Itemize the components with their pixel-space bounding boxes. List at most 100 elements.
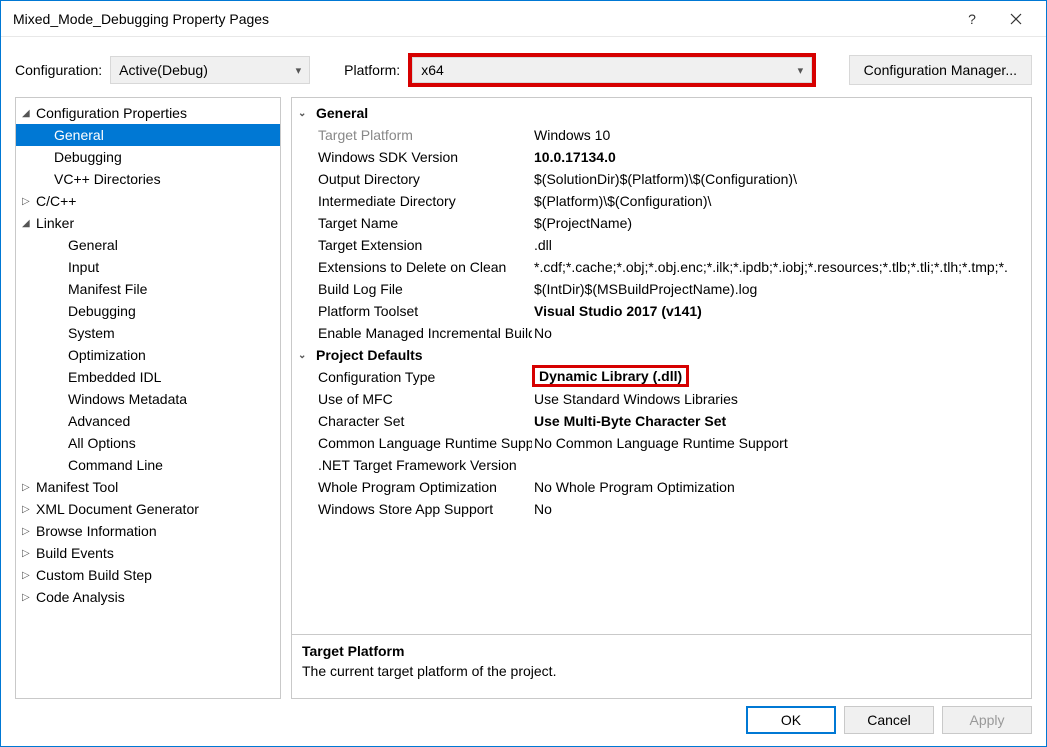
tree-item[interactable]: ▷Code Analysis xyxy=(16,586,280,608)
property-name: Common Language Runtime Support xyxy=(292,435,532,451)
property-value: $(SolutionDir)$(Platform)\$(Configuratio… xyxy=(532,171,797,187)
platform-highlight: x64 ▾ xyxy=(408,53,816,87)
expander-icon: ▷ xyxy=(22,570,36,581)
property-value: No xyxy=(532,501,552,517)
property-row[interactable]: Windows Store App SupportNo xyxy=(292,498,1031,520)
tree-item[interactable]: ▷Browse Information xyxy=(16,520,280,542)
property-row[interactable]: Common Language Runtime SupportNo Common… xyxy=(292,432,1031,454)
property-row[interactable]: Extensions to Delete on Clean*.cdf;*.cac… xyxy=(292,256,1031,278)
tree-item[interactable]: Windows Metadata xyxy=(16,388,280,410)
expander-icon: ▷ xyxy=(22,482,36,493)
tree-item[interactable]: Embedded IDL xyxy=(16,366,280,388)
tree-item-label: Debugging xyxy=(54,149,122,165)
tree-root[interactable]: ◢ Configuration Properties xyxy=(16,102,280,124)
tree-item[interactable]: System xyxy=(16,322,280,344)
tree-item[interactable]: Advanced xyxy=(16,410,280,432)
property-row[interactable]: Windows SDK Version10.0.17134.0 xyxy=(292,146,1031,168)
property-value: $(Platform)\$(Configuration)\ xyxy=(532,193,711,209)
tree-item[interactable]: Command Line xyxy=(16,454,280,476)
property-row[interactable]: Enable Managed Incremental BuildNo xyxy=(292,322,1031,344)
tree-item[interactable]: Optimization xyxy=(16,344,280,366)
platform-value: x64 xyxy=(421,62,444,78)
tree-item-label: All Options xyxy=(68,435,136,451)
chevron-down-icon: ▾ xyxy=(798,64,804,77)
tree-item[interactable]: ▷XML Document Generator xyxy=(16,498,280,520)
property-row[interactable]: Platform ToolsetVisual Studio 2017 (v141… xyxy=(292,300,1031,322)
expander-icon: ▷ xyxy=(22,526,36,537)
group-title: Project Defaults xyxy=(316,347,423,363)
collapse-icon: ◢ xyxy=(22,108,36,119)
property-row[interactable]: .NET Target Framework Version xyxy=(292,454,1031,476)
property-row[interactable]: Use of MFCUse Standard Windows Libraries xyxy=(292,388,1031,410)
tree-item-label: Manifest Tool xyxy=(36,479,118,495)
tree-item[interactable]: ▷Build Events xyxy=(16,542,280,564)
category-tree[interactable]: ◢ Configuration Properties General Debugg… xyxy=(15,97,281,699)
property-row[interactable]: Configuration TypeDynamic Library (.dll) xyxy=(292,366,1031,388)
tree-item-label: Advanced xyxy=(68,413,130,429)
group-header[interactable]: ⌄Project Defaults xyxy=(292,344,1031,366)
property-value: 10.0.17134.0 xyxy=(532,149,616,165)
property-row[interactable]: Character SetUse Multi-Byte Character Se… xyxy=(292,410,1031,432)
configuration-value: Active(Debug) xyxy=(119,62,208,78)
tree-item[interactable]: ◢Linker xyxy=(16,212,280,234)
property-row[interactable]: Target Name$(ProjectName) xyxy=(292,212,1031,234)
property-name: Build Log File xyxy=(292,281,532,297)
property-name: Enable Managed Incremental Build xyxy=(292,325,532,341)
configuration-label: Configuration: xyxy=(15,62,102,78)
configuration-manager-button[interactable]: Configuration Manager... xyxy=(849,55,1032,85)
property-name: Windows Store App Support xyxy=(292,501,532,517)
property-name: Target Extension xyxy=(292,237,532,253)
property-row[interactable]: Build Log File$(IntDir)$(MSBuildProjectN… xyxy=(292,278,1031,300)
property-value: Use Multi-Byte Character Set xyxy=(532,413,726,429)
property-value: Windows 10 xyxy=(532,127,610,143)
cancel-button[interactable]: Cancel xyxy=(844,706,934,734)
tree-item[interactable]: ▷Manifest Tool xyxy=(16,476,280,498)
tree-item[interactable]: VC++ Directories xyxy=(16,168,280,190)
configuration-dropdown[interactable]: Active(Debug) ▾ xyxy=(110,56,310,84)
apply-button[interactable]: Apply xyxy=(942,706,1032,734)
group-header[interactable]: ⌄General xyxy=(292,102,1031,124)
tree-item[interactable]: Input xyxy=(16,256,280,278)
tree-item-label: Debugging xyxy=(68,303,136,319)
tree-item[interactable]: General xyxy=(16,234,280,256)
property-row[interactable]: Output Directory$(SolutionDir)$(Platform… xyxy=(292,168,1031,190)
platform-dropdown[interactable]: x64 ▾ xyxy=(412,57,812,83)
dialog-footer: OK Cancel Apply xyxy=(746,706,1032,734)
property-value: Dynamic Library (.dll) xyxy=(532,365,689,387)
property-row[interactable]: Target Extension.dll xyxy=(292,234,1031,256)
tree-item[interactable]: Manifest File xyxy=(16,278,280,300)
tree-item[interactable]: General xyxy=(16,124,280,146)
ok-button[interactable]: OK xyxy=(746,706,836,734)
tree-item-label: XML Document Generator xyxy=(36,501,199,517)
property-name: Whole Program Optimization xyxy=(292,479,532,495)
property-row[interactable]: Intermediate Directory$(Platform)\$(Conf… xyxy=(292,190,1031,212)
property-panel: ⌄GeneralTarget PlatformWindows 10Windows… xyxy=(291,97,1032,699)
tree-item-label: Input xyxy=(68,259,99,275)
tree-item-label: Command Line xyxy=(68,457,163,473)
property-value: No xyxy=(532,325,552,341)
tree-item[interactable]: All Options xyxy=(16,432,280,454)
property-name: Target Platform xyxy=(292,127,532,143)
property-name: Target Name xyxy=(292,215,532,231)
tree-item-label: VC++ Directories xyxy=(54,171,161,187)
tree-item[interactable]: Debugging xyxy=(16,300,280,322)
collapse-icon: ⌄ xyxy=(298,108,316,119)
property-value: Visual Studio 2017 (v141) xyxy=(532,303,702,319)
tree-item[interactable]: ▷Custom Build Step xyxy=(16,564,280,586)
tree-item[interactable]: Debugging xyxy=(16,146,280,168)
property-row[interactable]: Target PlatformWindows 10 xyxy=(292,124,1031,146)
help-button[interactable]: ? xyxy=(950,3,994,35)
config-topbar: Configuration: Active(Debug) ▾ Platform:… xyxy=(1,37,1046,97)
property-value: No Whole Program Optimization xyxy=(532,479,735,495)
platform-label: Platform: xyxy=(344,62,400,78)
close-button[interactable] xyxy=(994,3,1038,35)
property-value: Use Standard Windows Libraries xyxy=(532,391,738,407)
group-title: General xyxy=(316,105,368,121)
window-title: Mixed_Mode_Debugging Property Pages xyxy=(13,11,950,27)
property-row[interactable]: Whole Program OptimizationNo Whole Progr… xyxy=(292,476,1031,498)
tree-item[interactable]: ▷C/C++ xyxy=(16,190,280,212)
tree-item-label: Optimization xyxy=(68,347,146,363)
property-grid[interactable]: ⌄GeneralTarget PlatformWindows 10Windows… xyxy=(292,98,1031,634)
expander-icon: ▷ xyxy=(22,592,36,603)
property-value: $(ProjectName) xyxy=(532,215,632,231)
